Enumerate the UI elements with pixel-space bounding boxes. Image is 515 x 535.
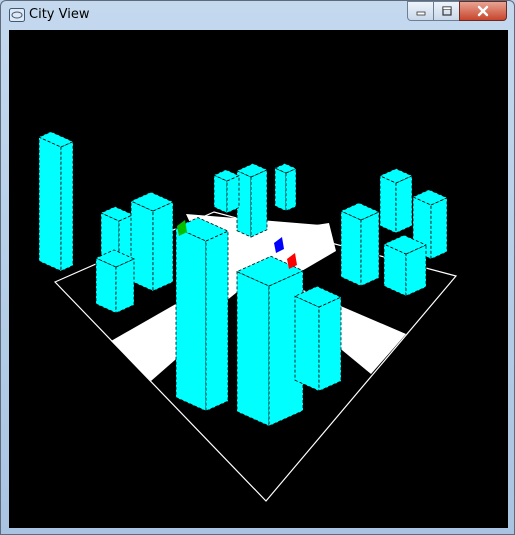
building-face [318,296,342,392]
building-face [38,136,62,272]
maximize-icon [441,6,452,16]
building-face [175,226,207,412]
minimize-icon [416,11,425,16]
city-view-canvas[interactable] [9,30,508,528]
app-icon [9,8,25,22]
building-face [294,295,320,392]
building-face [285,167,297,212]
building-face [205,230,229,412]
minimize-button[interactable] [407,1,434,21]
building-face [226,174,240,214]
building-face [360,211,380,287]
building-face [250,169,268,238]
building-face [95,257,117,314]
building-face [395,175,413,234]
building-face [340,210,362,287]
building-face [236,270,270,427]
app-window: City View [0,0,515,535]
building-face [430,197,448,260]
building-face [115,258,135,314]
building-face [152,201,174,292]
close-icon [477,5,489,17]
city-scene [38,131,458,502]
title-bar[interactable]: City View [1,1,514,29]
building-face [60,140,74,272]
building-face [274,167,287,212]
building-face [213,174,228,214]
maximize-button[interactable] [433,1,460,21]
building-face [379,175,397,234]
close-button[interactable] [459,1,507,21]
window-title: City View [29,7,90,22]
